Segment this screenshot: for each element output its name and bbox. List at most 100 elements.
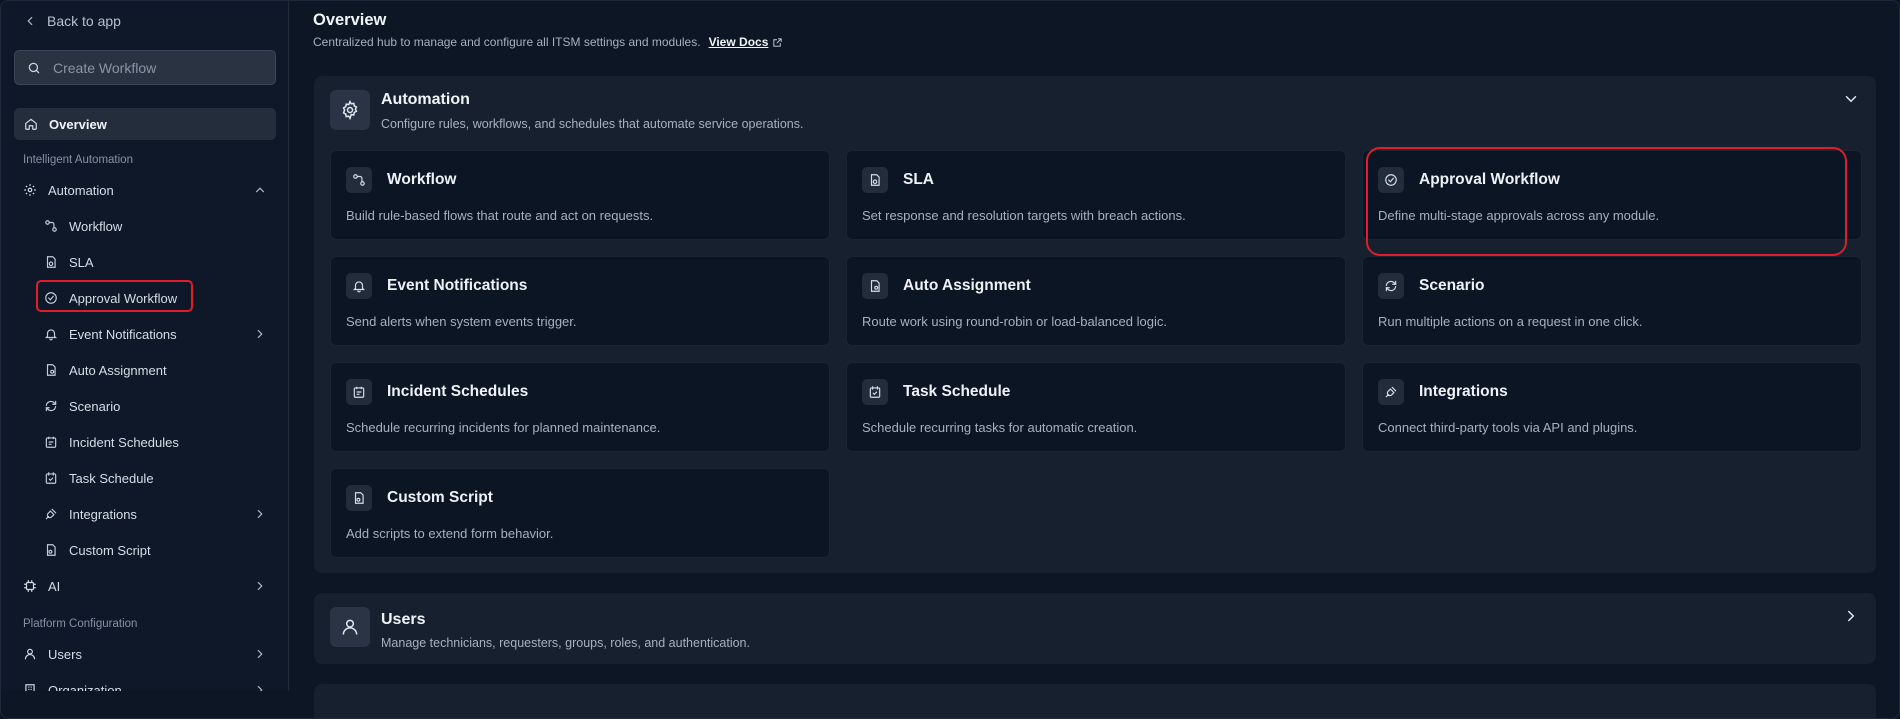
page-subtitle-text: Centralized hub to manage and configure … xyxy=(313,35,701,49)
sidebar-item-task-schedule[interactable]: Task Schedule xyxy=(44,463,154,493)
card-icon xyxy=(862,273,888,299)
sidebar-item-workflow[interactable]: Workflow xyxy=(44,211,122,241)
panel-icon xyxy=(330,90,370,130)
users-panel[interactable]: Users Manage technicians, requesters, gr… xyxy=(314,593,1876,664)
chevron-left-icon xyxy=(27,16,33,26)
calendar-icon xyxy=(45,436,57,448)
chevron-right-icon[interactable] xyxy=(1842,607,1860,625)
sidebar-item-integrations[interactable]: Integrations xyxy=(44,499,267,529)
chevron-right-icon[interactable] xyxy=(253,507,267,521)
bell-icon xyxy=(44,329,58,341)
card-task-schedule[interactable]: Task Schedule Schedule recurring tasks f… xyxy=(846,362,1346,452)
sidebar-item-sla[interactable]: SLA xyxy=(44,247,94,277)
sidebar-item-label: Integrations xyxy=(69,506,137,522)
card-description: Schedule recurring tasks for automatic c… xyxy=(862,420,1138,435)
card-description: Connect third-party tools via API and pl… xyxy=(1378,420,1638,435)
sla-icon xyxy=(46,256,56,268)
sidebar-item-label: Custom Script xyxy=(69,542,151,558)
view-docs-link[interactable]: View Docs xyxy=(709,35,784,49)
calendar-check-icon xyxy=(869,386,881,398)
chevron-right-icon[interactable] xyxy=(253,647,267,661)
card-title: Approval Workflow xyxy=(1419,171,1560,188)
card-title: Auto Assignment xyxy=(903,277,1031,294)
search-icon xyxy=(28,62,40,73)
script-icon xyxy=(46,544,56,556)
check-circle-icon xyxy=(1385,174,1397,186)
card-icon xyxy=(1378,167,1404,193)
page-title: Overview xyxy=(313,11,387,29)
sidebar-item-label: Overview xyxy=(49,116,107,132)
sidebar-item-label: Scenario xyxy=(69,398,121,414)
sidebar-item-custom-script[interactable]: Custom Script xyxy=(44,535,151,565)
card-approval-workflow[interactable]: Approval Workflow Define multi-stage app… xyxy=(1362,150,1862,240)
sidebar-item-label: SLA xyxy=(69,254,94,270)
card-title: Scenario xyxy=(1419,277,1485,294)
panel-description: Manage technicians, requesters, groups, … xyxy=(381,636,750,650)
gear-icon xyxy=(24,184,36,196)
chevron-right-icon[interactable] xyxy=(253,683,267,691)
bell-icon xyxy=(352,281,366,293)
page-subtitle: Centralized hub to manage and configure … xyxy=(313,35,783,49)
search-input[interactable] xyxy=(53,59,253,76)
workflow-icon xyxy=(353,174,365,186)
user-icon xyxy=(24,648,36,660)
view-docs-label: View Docs xyxy=(708,35,769,49)
chevron-right-icon[interactable] xyxy=(253,579,267,593)
card-icon xyxy=(346,167,372,193)
card-description: Set response and resolution targets with… xyxy=(862,208,1186,223)
sidebar: Back to app Overview Intelligent Automat… xyxy=(1,1,289,691)
card-description: Build rule-based flows that route and ac… xyxy=(346,208,654,223)
sidebar-item-label: Users xyxy=(48,646,82,662)
card-workflow[interactable]: Workflow Build rule-based flows that rou… xyxy=(330,150,830,240)
card-title: Workflow xyxy=(387,171,457,188)
chevron-right-icon[interactable] xyxy=(253,327,267,341)
gear-icon xyxy=(342,100,358,120)
sidebar-item-organization[interactable]: Organization xyxy=(23,675,267,691)
panel-title: Automation xyxy=(381,91,470,108)
sidebar-item-label: Task Schedule xyxy=(69,470,154,486)
card-custom-script[interactable]: Custom Script Add scripts to extend form… xyxy=(330,468,830,558)
script-icon xyxy=(354,492,364,504)
card-title: SLA xyxy=(903,171,934,188)
card-event-notifications[interactable]: Event Notifications Send alerts when sys… xyxy=(330,256,830,346)
sidebar-item-ai[interactable]: AI xyxy=(23,571,267,601)
sidebar-item-event-notifications[interactable]: Event Notifications xyxy=(44,319,267,349)
sidebar-item-overview[interactable]: Overview xyxy=(14,108,276,140)
card-description: Route work using round-robin or load-bal… xyxy=(862,314,1167,329)
sidebar-item-auto-assignment[interactable]: Auto Assignment xyxy=(44,355,167,385)
back-to-app-link[interactable]: Back to app xyxy=(23,10,121,32)
building-icon xyxy=(25,684,35,691)
sidebar-item-scenario[interactable]: Scenario xyxy=(44,391,120,421)
card-icon xyxy=(346,273,372,299)
sidebar-item-users[interactable]: Users xyxy=(23,639,267,669)
section-label-intelligent: Intelligent Automation xyxy=(23,154,133,166)
search-box[interactable] xyxy=(14,50,276,85)
card-icon xyxy=(1378,273,1404,299)
workflow-icon xyxy=(45,220,57,232)
card-title: Incident Schedules xyxy=(387,383,529,400)
card-title: Event Notifications xyxy=(387,277,528,294)
user-icon xyxy=(342,619,358,635)
card-description: Send alerts when system events trigger. xyxy=(346,314,577,329)
plug-icon xyxy=(45,508,57,520)
card-sla[interactable]: SLA Set response and resolution targets … xyxy=(846,150,1346,240)
sidebar-item-incident-schedules[interactable]: Incident Schedules xyxy=(44,427,179,457)
card-integrations[interactable]: Integrations Connect third-party tools v… xyxy=(1362,362,1862,452)
card-scenario[interactable]: Scenario Run multiple actions on a reque… xyxy=(1362,256,1862,346)
chevron-down-icon[interactable] xyxy=(1842,90,1860,108)
refresh-icon xyxy=(45,400,57,412)
app-window: Back to app Overview Intelligent Automat… xyxy=(0,0,1900,719)
calendar-icon xyxy=(353,386,365,398)
chevron-up-icon[interactable] xyxy=(253,183,267,197)
chip-icon xyxy=(24,580,36,592)
panel-title: Users xyxy=(381,611,426,628)
sidebar-item-automation[interactable]: Automation xyxy=(23,175,267,205)
card-incident-schedules[interactable]: Incident Schedules Schedule recurring in… xyxy=(330,362,830,452)
card-auto-assignment[interactable]: Auto Assignment Route work using round-r… xyxy=(846,256,1346,346)
card-icon xyxy=(1378,379,1404,405)
external-link-icon xyxy=(773,37,782,47)
sidebar-item-label: Event Notifications xyxy=(69,326,177,342)
card-icon xyxy=(346,485,372,511)
sla-icon xyxy=(870,174,880,186)
sidebar-item-label: AI xyxy=(48,578,61,594)
